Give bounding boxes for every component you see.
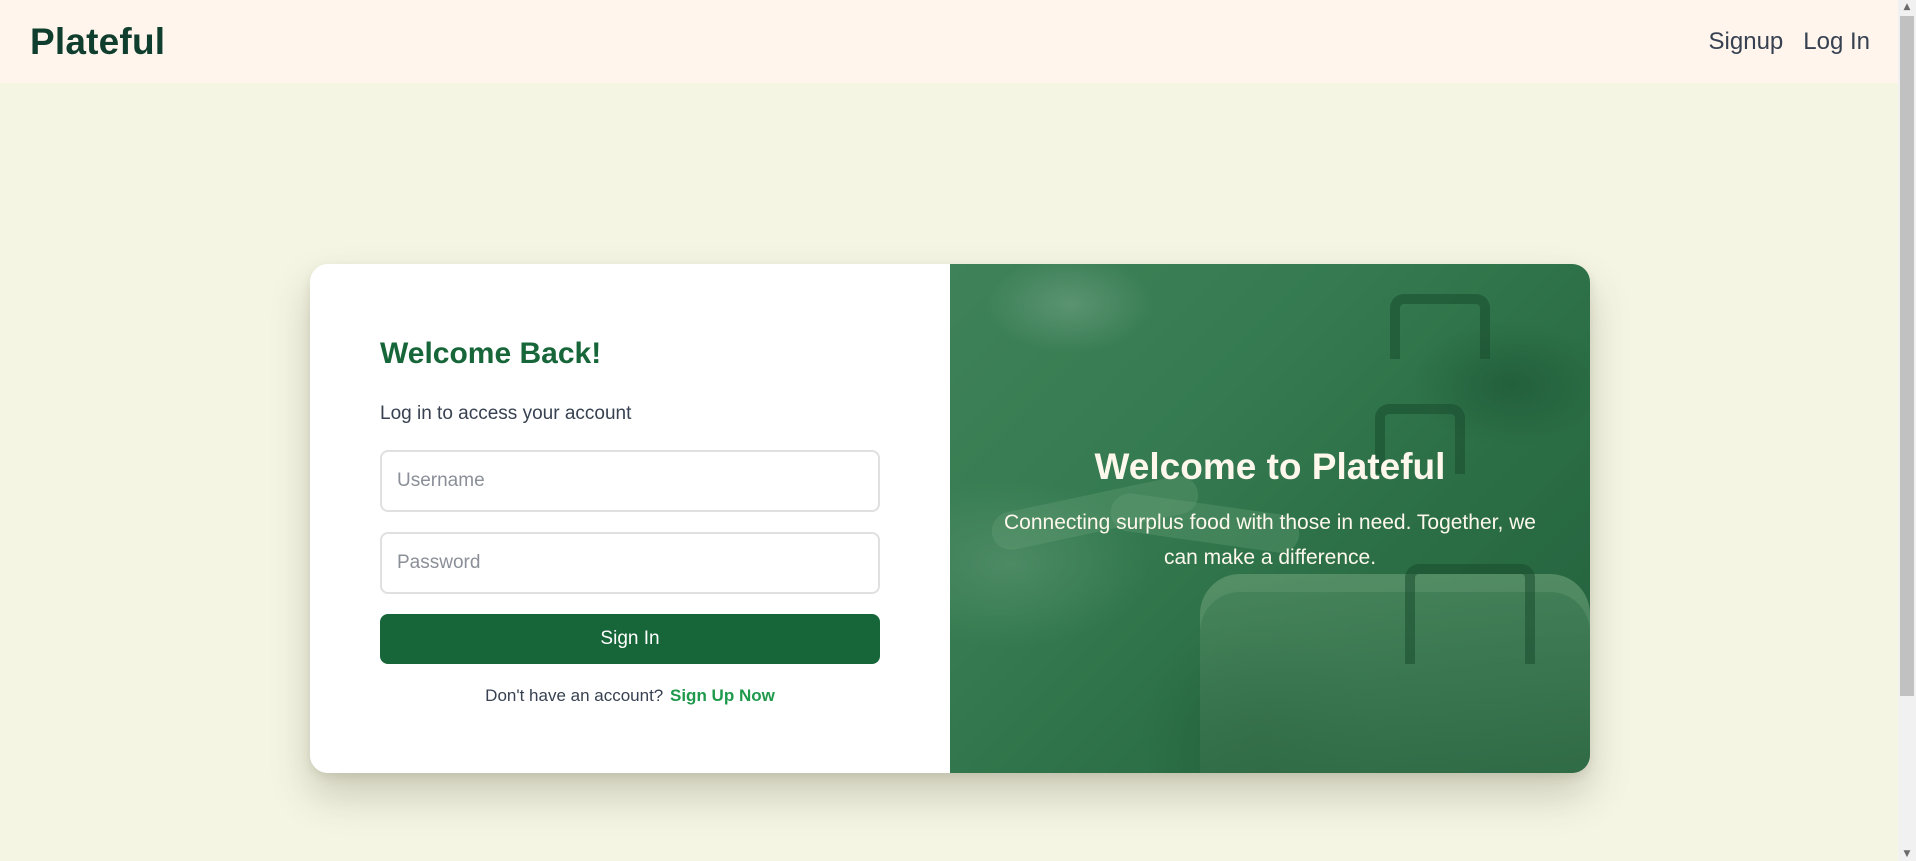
- sign-in-button[interactable]: Sign In: [380, 614, 880, 664]
- scroll-up-arrow-icon[interactable]: ▲: [1898, 0, 1916, 14]
- password-input[interactable]: [380, 532, 880, 594]
- nav-links: Signup Log In: [1709, 28, 1870, 56]
- navbar: Plateful Signup Log In: [0, 0, 1898, 83]
- hero-text: Welcome to Plateful Connecting surplus f…: [950, 264, 1590, 773]
- hero-image-panel: Welcome to Plateful Connecting surplus f…: [950, 264, 1590, 773]
- vertical-scrollbar[interactable]: ▲ ▼: [1898, 0, 1916, 861]
- nav-signup-link[interactable]: Signup: [1709, 28, 1784, 56]
- brand-logo[interactable]: Plateful: [30, 21, 165, 63]
- login-card: Welcome Back! Log in to access your acco…: [310, 264, 1590, 773]
- nav-login-link[interactable]: Log In: [1803, 28, 1870, 56]
- hero-subtitle: Connecting surplus food with those in ne…: [1004, 510, 1536, 569]
- scroll-down-arrow-icon[interactable]: ▼: [1898, 847, 1916, 861]
- login-form-panel: Welcome Back! Log in to access your acco…: [310, 264, 950, 773]
- login-subtitle: Log in to access your account: [380, 403, 632, 424]
- signup-prompt-text: Don't have an account?: [485, 686, 664, 705]
- login-title: Welcome Back!: [380, 337, 602, 370]
- username-input[interactable]: [380, 450, 880, 512]
- hero-title: Welcome to Plateful: [1094, 445, 1446, 487]
- sign-up-now-link[interactable]: Sign Up Now: [670, 686, 775, 705]
- scroll-thumb[interactable]: [1900, 16, 1914, 696]
- signup-prompt: Don't have an account? Sign Up Now: [380, 686, 880, 706]
